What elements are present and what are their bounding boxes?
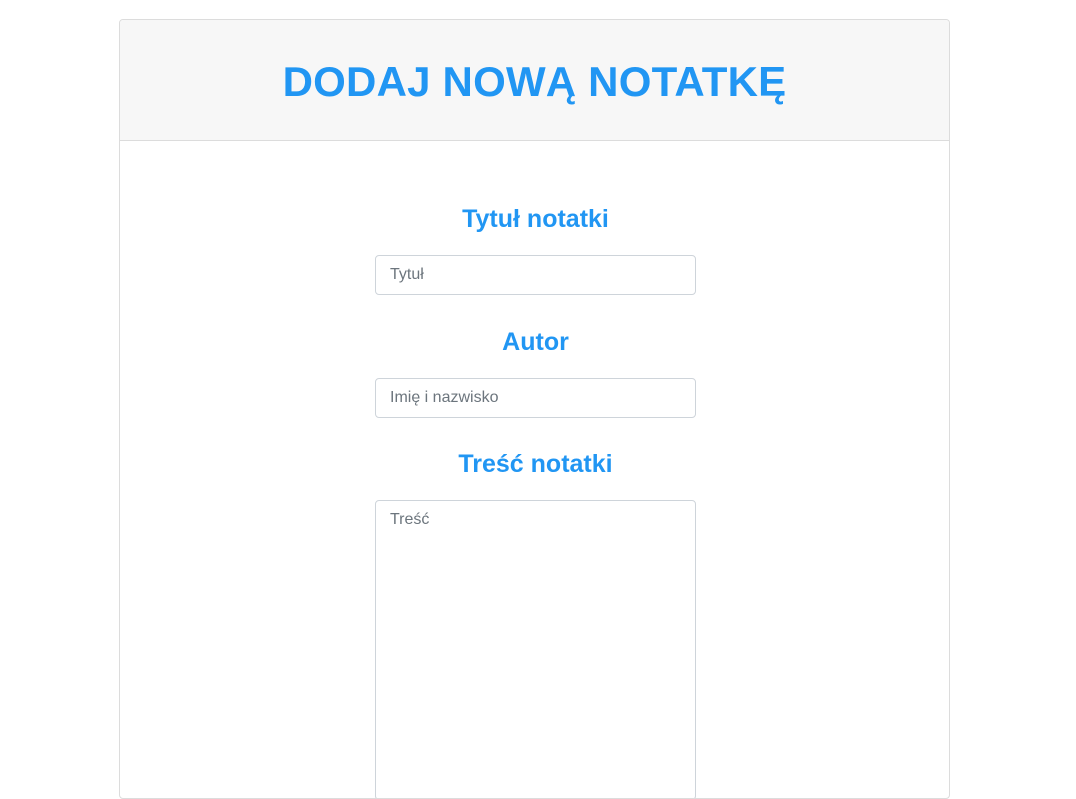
card-header: DODAJ NOWĄ NOTATKĘ [120,20,949,141]
author-label: Autor [502,328,569,356]
page-title: DODAJ NOWĄ NOTATKĘ [282,58,787,105]
note-form-card: DODAJ NOWĄ NOTATKĘ Tytuł notatki Autor T… [119,19,950,799]
content-textarea[interactable] [375,500,696,798]
content-label: Treść notatki [458,450,613,478]
author-input[interactable] [375,378,696,418]
title-label: Tytuł notatki [462,205,609,233]
title-input[interactable] [375,255,696,295]
